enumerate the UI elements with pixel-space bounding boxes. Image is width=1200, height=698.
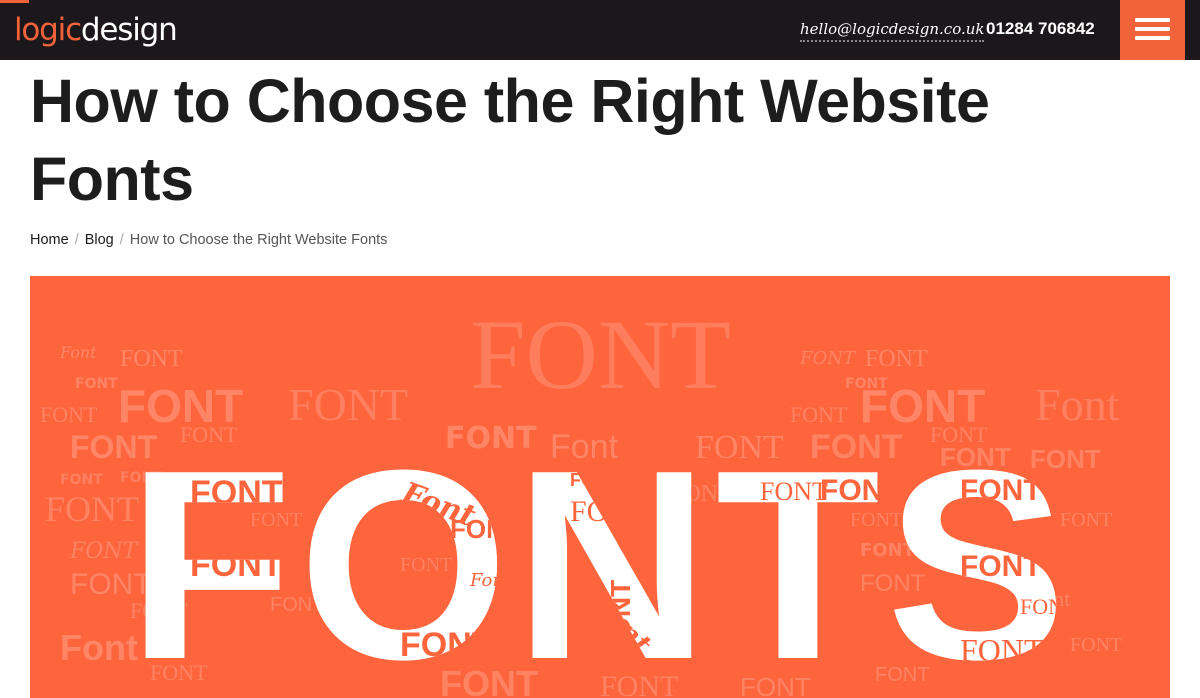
background-font-word: FONT [1070,634,1122,656]
letter-fill-word: FONT [190,474,283,512]
background-font-word: FONT [120,346,183,372]
letter-fill-word: FONT [960,474,1042,507]
background-font-word: FONT [470,299,731,410]
breadcrumb-blog-link[interactable]: Blog [85,230,114,250]
hamburger-bar [1135,27,1170,31]
logo-text-logic: logic [14,12,82,48]
letter-fill-word: FONT [820,474,902,507]
letter-fill-word: FONT [230,516,290,541]
letter-fill-word: FONT [189,611,243,633]
background-font-word: FONT [60,472,103,488]
letter-fill-word: FONT [450,514,521,544]
background-font-word: FONT [75,376,118,392]
letter-fill-word: FONT [190,546,283,584]
letter-fill-word: FONT [570,470,619,490]
logo-text-design: design [80,12,178,48]
letter-fill-word: FONT [960,550,1042,583]
letter-fill-word: FONT [960,632,1044,668]
background-font-word: FONT [865,346,928,372]
menu-button[interactable] [1120,0,1185,60]
background-font-word: Font [59,343,97,362]
background-font-word: FONT [40,402,98,427]
letter-fill-word: FONT [400,626,493,664]
letter-fill-word: FONT [704,574,737,656]
hamburger-bar [1135,36,1170,40]
letter-fill-word: Font [821,625,861,698]
breadcrumb-separator: / [74,232,79,248]
header-accent-strip [0,0,29,3]
breadcrumb-separator: / [119,232,124,248]
letter-fill-word: FONT [190,636,284,676]
breadcrumb-current: How to Choose the Right Website Fonts [129,232,388,248]
letter-fill-word: FONT [605,580,636,656]
background-font-word: FONT [799,348,857,369]
letter-fill-word: Font [469,570,512,591]
letter-fill-word: FONT [570,495,648,528]
fonts-typography-illustration: FONTS FONTFont FONTFONTFONT FONT FONTFONT FO… [40,299,1122,698]
letter-fill-word: FONT [990,519,1044,541]
hero-image: FONTS FONT Font FONT FONT FONT FONT FONT FONT FO… [30,276,1170,698]
background-font-word: FONT [45,489,139,529]
hamburger-menu-icon [1135,18,1170,22]
page-title: How to Choose the Right Website Fonts [30,67,990,213]
letter-fill-word: FONT [1020,594,1078,619]
breadcrumb: Home / Blog / How to Choose the Right We… [30,230,387,250]
background-font-word: Font [60,627,138,668]
letter-fill-word: FONT [760,477,828,506]
site-logo[interactable]: logicdesign [14,10,178,50]
email-link[interactable]: hello@logicdesign.co.uk [800,18,985,42]
site-header: logicdesign hello@logicdesign.co.uk 0128… [0,0,1200,60]
phone-link[interactable]: 01284 706842 [986,18,1095,42]
breadcrumb-home-link[interactable]: Home [30,230,69,250]
